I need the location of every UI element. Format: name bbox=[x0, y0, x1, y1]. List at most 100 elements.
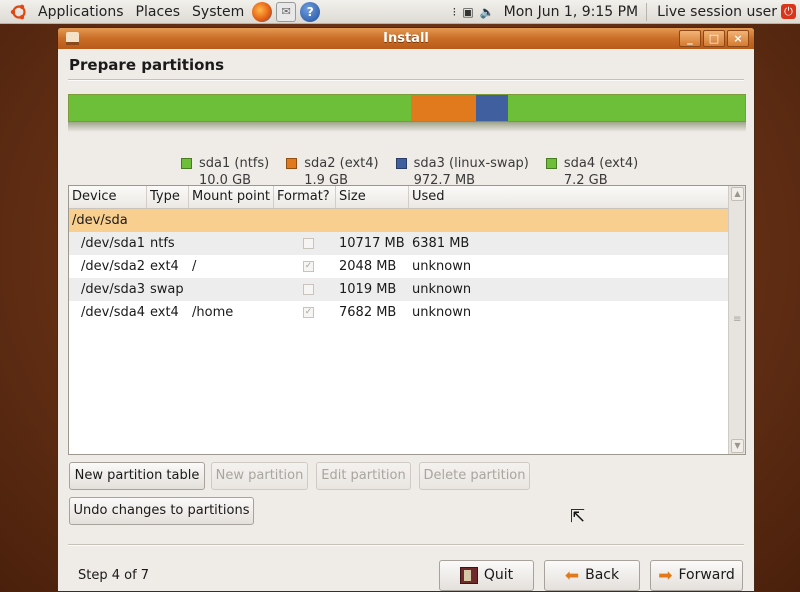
session-user[interactable]: Live session user bbox=[647, 4, 781, 20]
clock[interactable]: Mon Jun 1, 9:15 PM bbox=[498, 4, 647, 20]
format-checkbox[interactable]: ✓ bbox=[303, 261, 314, 272]
window-titlebar[interactable]: Install _ □ × bbox=[58, 28, 754, 49]
cell-mount-point: / bbox=[192, 259, 197, 274]
page-title: Prepare partitions bbox=[69, 56, 225, 74]
scroll-grip-icon[interactable]: ≡ bbox=[733, 314, 741, 325]
legend-item: sda3 (linux-swap) 972.7 MB bbox=[395, 155, 529, 189]
column-device[interactable]: Device bbox=[69, 186, 147, 208]
legend-swatch bbox=[181, 158, 192, 169]
new-partition-table-button[interactable]: New partition table bbox=[69, 462, 205, 490]
format-checkbox[interactable] bbox=[303, 238, 314, 249]
maximize-button[interactable]: □ bbox=[703, 30, 725, 47]
legend-swatch bbox=[286, 158, 298, 169]
disk-device: /dev/sda bbox=[72, 213, 128, 228]
top-panel: Applications Places System ✉ ? ⁝ ▣ 🔈 Mon… bbox=[0, 0, 800, 24]
scroll-down-icon[interactable]: ▼ bbox=[731, 439, 744, 453]
step-indicator: Step 4 of 7 bbox=[78, 568, 150, 583]
edit-partition-button[interactable]: Edit partition bbox=[316, 462, 411, 490]
quit-icon bbox=[459, 567, 478, 584]
window-title: Install bbox=[383, 31, 429, 46]
cell-mount-point bbox=[189, 278, 274, 301]
system-menu[interactable]: System bbox=[186, 0, 250, 24]
header-divider bbox=[68, 79, 744, 81]
cell-used: unknown bbox=[412, 259, 472, 274]
partition-segment-sda3 bbox=[475, 95, 509, 121]
format-checkbox[interactable]: ✓ bbox=[303, 307, 314, 318]
column-mount-point[interactable]: Mount point bbox=[189, 186, 274, 208]
legend-item: sda1 (ntfs) 10.0 GB bbox=[181, 155, 269, 189]
minimize-button[interactable]: _ bbox=[679, 30, 701, 47]
partition-segment-sda1 bbox=[69, 95, 412, 121]
legend-item: sda2 (ext4) 1.9 GB bbox=[286, 155, 379, 189]
cell-type: ext4 bbox=[150, 259, 179, 274]
cell-used: unknown bbox=[412, 282, 472, 297]
undo-changes-button[interactable]: Undo changes to partitions bbox=[69, 497, 254, 525]
volume-icon[interactable]: 🔈 bbox=[477, 5, 498, 19]
back-label: Back bbox=[585, 567, 620, 583]
back-button[interactable]: ⬅ Back bbox=[544, 560, 640, 591]
quit-button[interactable]: Quit bbox=[439, 560, 534, 591]
cell-used: unknown bbox=[412, 305, 472, 320]
new-partition-button[interactable]: New partition bbox=[211, 462, 308, 490]
table-scrollbar[interactable]: ▲ ≡ ▼ bbox=[728, 186, 745, 454]
applications-menu[interactable]: Applications bbox=[32, 0, 130, 24]
forward-label: Forward bbox=[678, 567, 735, 583]
firefox-icon[interactable] bbox=[252, 1, 273, 22]
partition-bar bbox=[68, 94, 746, 122]
table-row[interactable]: /dev/sda4 ext4/home ✓ 7682 MB unknown bbox=[69, 301, 745, 324]
install-window: Install _ □ × Prepare partitions sda1 (n… bbox=[57, 27, 755, 592]
cell-type: ntfs bbox=[150, 236, 175, 251]
ubuntu-logo-icon[interactable] bbox=[10, 3, 28, 21]
partition-table: Device Type Mount point Format? Size Use… bbox=[68, 185, 746, 455]
close-button[interactable]: × bbox=[727, 30, 749, 47]
column-used[interactable]: Used bbox=[409, 186, 729, 208]
notification-area-grip-icon: ⁝ bbox=[452, 4, 457, 19]
places-menu[interactable]: Places bbox=[130, 0, 187, 24]
cell-device: /dev/sda4 bbox=[81, 305, 145, 320]
cell-device: /dev/sda1 bbox=[81, 236, 145, 251]
quit-label: Quit bbox=[483, 567, 514, 583]
cell-type: swap bbox=[150, 282, 184, 297]
forward-button[interactable]: ➡ Forward bbox=[650, 560, 743, 591]
cell-size: 2048 MB bbox=[339, 259, 397, 274]
legend-label: sda2 (ext4) bbox=[304, 156, 379, 171]
cell-format[interactable] bbox=[274, 278, 336, 301]
power-icon[interactable]: ⏻ bbox=[781, 4, 796, 19]
cell-used: 6381 MB bbox=[412, 236, 470, 251]
back-arrow-icon: ⬅ bbox=[564, 565, 580, 586]
table-row[interactable]: /dev/sda2 ext4 / ✓ 2048 MB unknown bbox=[69, 255, 745, 278]
table-row[interactable]: /dev/sda3 swap 1019 MB unknown bbox=[69, 278, 745, 301]
cell-format[interactable]: ✓ bbox=[274, 301, 336, 324]
format-checkbox[interactable] bbox=[303, 284, 314, 295]
column-size[interactable]: Size bbox=[336, 186, 409, 208]
cell-device: /dev/sda2 bbox=[81, 259, 145, 274]
cell-format[interactable]: ✓ bbox=[274, 255, 336, 278]
table-row-disk[interactable]: /dev/sda bbox=[69, 209, 745, 232]
help-icon[interactable]: ? bbox=[300, 1, 321, 22]
cell-type: ext4 bbox=[150, 305, 179, 320]
delete-partition-button[interactable]: Delete partition bbox=[419, 462, 530, 490]
scroll-up-icon[interactable]: ▲ bbox=[731, 187, 744, 201]
cell-size: 10717 MB bbox=[339, 236, 405, 251]
cell-format[interactable] bbox=[274, 232, 336, 255]
mouse-pointer-icon: ⇱ bbox=[570, 506, 586, 527]
column-format[interactable]: Format? bbox=[274, 186, 336, 208]
partition-bar-shadow bbox=[68, 122, 746, 132]
legend-swatch bbox=[395, 158, 407, 169]
legend-label: sda4 (ext4) bbox=[563, 156, 639, 171]
column-type[interactable]: Type bbox=[147, 186, 189, 208]
installer-icon bbox=[66, 32, 79, 45]
legend-label: sda1 (ntfs) bbox=[199, 156, 270, 171]
cell-size: 7682 MB bbox=[339, 305, 397, 320]
table-row[interactable]: /dev/sda1 ntfs 10717 MB 6381 MB bbox=[69, 232, 745, 255]
partition-segment-sda4 bbox=[508, 95, 745, 121]
cell-mount-point: /home bbox=[192, 305, 234, 320]
legend-label: sda3 (linux-swap) bbox=[413, 156, 529, 171]
legend-item: sda4 (ext4) 7.2 GB bbox=[545, 155, 639, 189]
footer-divider bbox=[68, 544, 744, 546]
network-icon[interactable]: ▣ bbox=[459, 5, 476, 19]
partition-segment-sda2 bbox=[411, 95, 476, 121]
mail-icon[interactable]: ✉ bbox=[276, 1, 297, 22]
table-body: /dev/sda /dev/sda1 ntfs 10717 MB 6381 MB/de… bbox=[69, 209, 745, 324]
legend-swatch bbox=[545, 158, 557, 169]
